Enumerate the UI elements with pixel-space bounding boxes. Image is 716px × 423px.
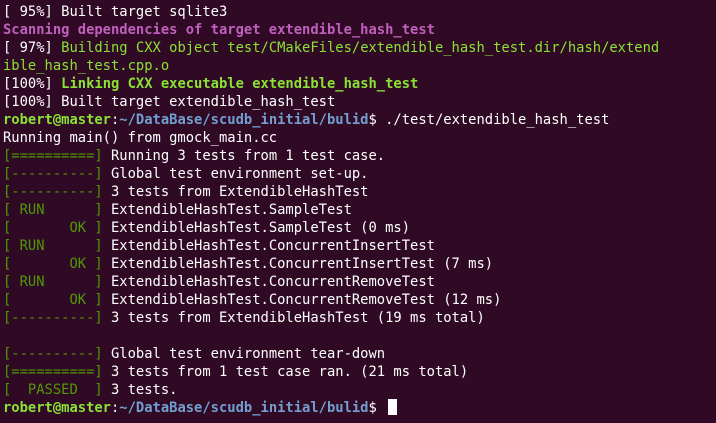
output-text: 3 tests from ExtendibleHashTest <box>102 184 369 200</box>
output-text: Scanning dependencies of target extendib… <box>3 22 435 38</box>
output-text: Linking CXX executable extendible_hash_t… <box>61 76 419 92</box>
gtest-status-tag: [ RUN ] <box>3 202 103 218</box>
gtest-status-tag: [----------] <box>3 346 103 362</box>
output-text: ExtendibleHashTest.SampleTest (0 ms) <box>102 220 411 236</box>
terminal-line: [ 95%] Built target sqlite3 <box>3 3 716 21</box>
output-text: ExtendibleHashTest.ConcurrentInsertTest <box>102 238 435 254</box>
gtest-status-tag: [ RUN ] <box>3 274 103 290</box>
gtest-status-tag: [----------] <box>3 184 103 200</box>
terminal-line: Running main() from gmock_main.cc <box>3 129 716 147</box>
output-text: $ <box>368 400 386 416</box>
terminal-line: [100%] Linking CXX executable extendible… <box>3 75 716 93</box>
output-text: [100%] <box>3 76 62 92</box>
output-text: ExtendibleHashTest.SampleTest <box>102 202 352 218</box>
output-text: $ ./test/extendible_hash_test <box>368 112 610 128</box>
output-text: Running main() from gmock_main.cc <box>3 130 278 146</box>
terminal-line: [----------] 3 tests from ExtendibleHash… <box>3 309 716 327</box>
output-text: Running 3 tests from 1 test case. <box>102 148 386 164</box>
gtest-status-tag: [ OK ] <box>3 220 103 236</box>
output-text: 3 tests from ExtendibleHashTest (19 ms t… <box>102 310 485 326</box>
prompt-path: ~/DataBase/scudb_initial/bulid <box>119 112 369 128</box>
terminal-line: [==========] Running 3 tests from 1 test… <box>3 147 716 165</box>
terminal-window[interactable]: [ 95%] Built target sqlite3 Scanning depe… <box>0 0 716 423</box>
terminal-line: [----------] 3 tests from ExtendibleHash… <box>3 183 716 201</box>
terminal-line: [ RUN ] ExtendibleHashTest.SampleTest <box>3 201 716 219</box>
gtest-status-tag: [ PASSED ] <box>3 382 103 398</box>
terminal-line: [ PASSED ] 3 tests. <box>3 381 716 399</box>
terminal-line: [----------] Global test environment tea… <box>3 345 716 363</box>
gtest-status-tag: [==========] <box>3 364 103 380</box>
output-text: Global test environment set-up. <box>102 166 369 182</box>
terminal-line: [==========] 3 tests from 1 test case ra… <box>3 363 716 381</box>
output-text: ExtendibleHashTest.ConcurrentInsertTest … <box>102 256 494 272</box>
output-text: 3 tests from 1 test case ran. (21 ms tot… <box>102 364 469 380</box>
terminal-line: [ OK ] ExtendibleHashTest.ConcurrentRemo… <box>3 291 716 309</box>
terminal-line: robert@master:~/DataBase/scudb_initial/b… <box>3 399 716 417</box>
output-text: Building CXX object test/CMakeFiles/exte… <box>61 40 660 56</box>
gtest-status-tag: [ OK ] <box>3 292 103 308</box>
gtest-status-tag: [----------] <box>3 310 103 326</box>
gtest-status-tag: [----------] <box>3 166 103 182</box>
output-text: ible_hash_test.cpp.o <box>3 58 170 74</box>
output-text: ExtendibleHashTest.ConcurrentRemoveTest … <box>102 292 502 308</box>
terminal-line: robert@master:~/DataBase/scudb_initial/b… <box>3 111 716 129</box>
output-text: Global test environment tear-down <box>102 346 386 362</box>
gtest-status-tag: [ OK ] <box>3 256 103 272</box>
terminal-line: [ OK ] ExtendibleHashTest.ConcurrentInse… <box>3 255 716 273</box>
terminal-line: ible_hash_test.cpp.o <box>3 57 716 75</box>
terminal-line: Scanning dependencies of target extendib… <box>3 21 716 39</box>
gtest-status-tag: [ RUN ] <box>3 238 103 254</box>
terminal-line: [ OK ] ExtendibleHashTest.SampleTest (0 … <box>3 219 716 237</box>
prompt-path: ~/DataBase/scudb_initial/bulid <box>119 400 369 416</box>
prompt-user-host: robert@master <box>3 400 111 416</box>
terminal-line: [ RUN ] ExtendibleHashTest.ConcurrentRem… <box>3 273 716 291</box>
text-cursor[interactable] <box>388 399 398 415</box>
output-text: [ 97%] <box>3 40 62 56</box>
terminal-line: [100%] Built target extendible_hash_test <box>3 93 716 111</box>
output-text: [100%] Built target extendible_hash_test <box>3 94 336 110</box>
output-text: ExtendibleHashTest.ConcurrentRemoveTest <box>102 274 435 290</box>
terminal-line: [----------] Global test environment set… <box>3 165 716 183</box>
prompt-user-host: robert@master <box>3 112 111 128</box>
output-text: [ 95%] Built target sqlite3 <box>3 4 228 20</box>
terminal-line: [ RUN ] ExtendibleHashTest.ConcurrentIns… <box>3 237 716 255</box>
terminal-line: [ 97%] Building CXX object test/CMakeFil… <box>3 39 716 57</box>
gtest-status-tag: [==========] <box>3 148 103 164</box>
output-text: 3 tests. <box>102 382 178 398</box>
